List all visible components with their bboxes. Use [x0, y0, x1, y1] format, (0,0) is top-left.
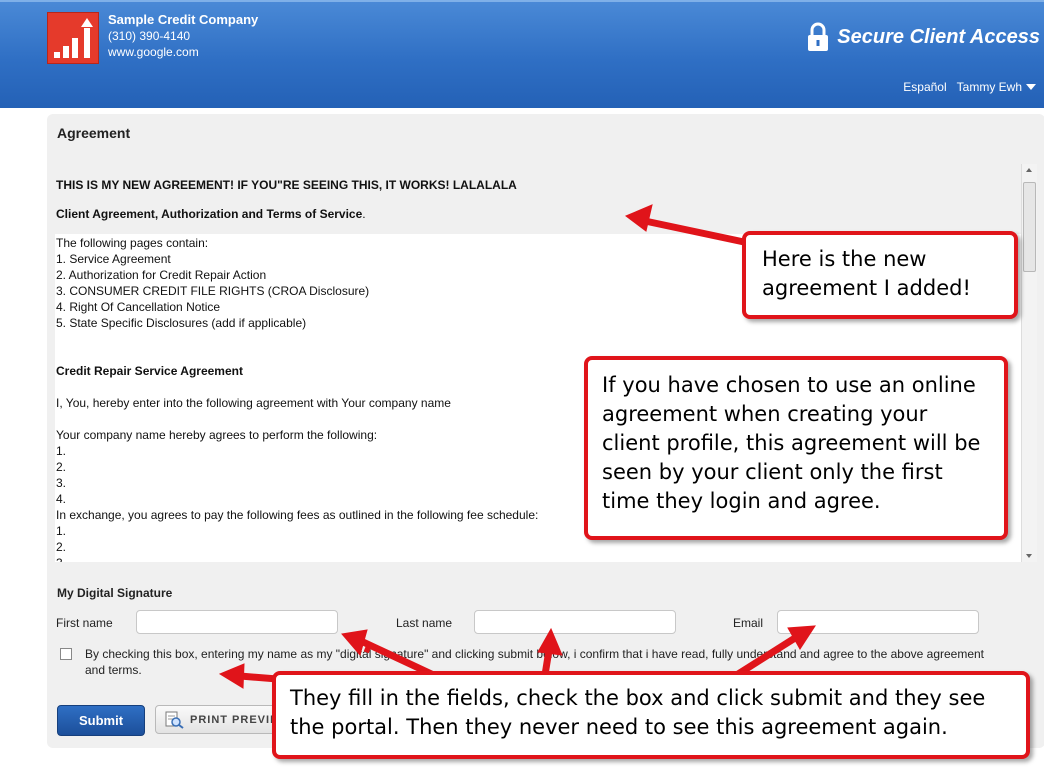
secure-client-access: Secure Client Access: [807, 22, 1040, 52]
service-title: Credit Repair Service Agreement: [56, 364, 243, 378]
print-preview-icon: [165, 711, 184, 729]
perform-line: Your company name hereby agrees to perfo…: [56, 428, 378, 442]
chevron-down-icon: [1026, 84, 1036, 90]
app-header: Sample Credit Company (310) 390-4140 www…: [0, 0, 1044, 108]
user-menu[interactable]: Tammy Ewh: [957, 80, 1036, 94]
secure-label: Secure Client Access: [837, 25, 1040, 48]
company-name: Sample Credit Company: [108, 12, 259, 27]
document-scrollbar[interactable]: [1021, 164, 1037, 562]
agreement-heading: THIS IS MY NEW AGREEMENT! IF YOU"RE SEEI…: [56, 178, 517, 192]
perform-item: 2.: [56, 460, 67, 474]
agree-checkbox[interactable]: [60, 648, 72, 660]
fee-item: 3.: [56, 556, 66, 562]
language-link[interactable]: Español: [903, 80, 946, 94]
company-logo-icon: [47, 12, 99, 64]
user-name: Tammy Ewh: [956, 80, 1022, 94]
agreement-subheading: Client Agreement, Authorization and Term…: [56, 207, 363, 221]
scroll-down-arrow-icon[interactable]: [1026, 554, 1032, 558]
fee-item: 1.: [56, 524, 67, 538]
last-name-input[interactable]: [474, 610, 676, 634]
contents-intro: The following pages contain:: [56, 236, 209, 250]
service-line: I, You, hereby enter into the following …: [56, 396, 451, 410]
email-input[interactable]: [777, 610, 979, 634]
last-name-label: Last name: [396, 616, 453, 630]
perform-item: 3.: [56, 476, 67, 490]
first-name-input[interactable]: [136, 610, 338, 634]
fee-item: 2.: [56, 540, 67, 554]
signature-title: My Digital Signature: [57, 586, 173, 600]
company-info: Sample Credit Company (310) 390-4140 www…: [108, 12, 258, 60]
top-nav: Español Tammy Ewh: [903, 80, 1036, 94]
lock-icon: [808, 22, 829, 51]
company-website: www.google.com: [108, 45, 199, 59]
callout-online-agreement: If you have chosen to use an online agre…: [584, 356, 1008, 540]
callout-fill-fields: They fill in the fields, check the box a…: [272, 671, 1030, 759]
scroll-up-arrow-icon[interactable]: [1026, 168, 1032, 172]
email-label: Email: [733, 616, 764, 630]
panel-title: Agreement: [57, 125, 131, 141]
contents-item: 1. Service Agreement: [56, 252, 171, 266]
contents-item: 3. CONSUMER CREDIT FILE RIGHTS (CROA Dis…: [56, 284, 370, 298]
perform-item: 1.: [56, 444, 67, 458]
first-name-label: First name: [56, 616, 113, 630]
contents-item: 4. Right Of Cancellation Notice: [56, 300, 221, 314]
agreement-subheading-row: Client Agreement, Authorization and Term…: [56, 207, 366, 221]
scrollbar-thumb[interactable]: [1023, 182, 1036, 272]
callout-new-agreement: Here is the new agreement I added!: [742, 231, 1018, 319]
company-phone: (310) 390-4140: [108, 29, 191, 43]
contents-item: 5. State Specific Disclosures (add if ap…: [56, 316, 307, 330]
fees-line: In exchange, you agrees to pay the follo…: [56, 508, 539, 522]
contents-item: 2. Authorization for Credit Repair Actio…: [56, 268, 267, 282]
submit-button[interactable]: Submit: [57, 705, 145, 736]
perform-item: 4.: [56, 492, 67, 506]
agreement-subheading-period: .: [362, 207, 366, 221]
